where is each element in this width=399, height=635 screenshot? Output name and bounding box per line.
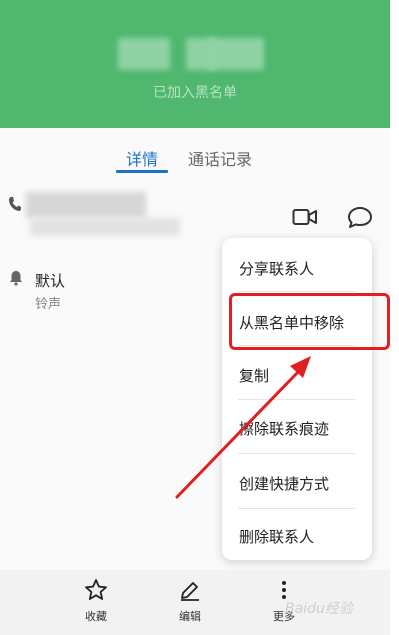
menu-divider xyxy=(238,508,355,509)
phone-icon xyxy=(9,197,21,211)
bell-icon xyxy=(10,271,22,286)
menu-divider xyxy=(238,399,355,400)
menu-divider xyxy=(238,291,355,292)
favorite-button[interactable]: 收藏 xyxy=(66,578,126,624)
annotation-highlight-box xyxy=(229,293,390,350)
blocked-status-label: 已加入黑名单 xyxy=(153,85,237,101)
phone-number-redacted[interactable] xyxy=(26,192,146,218)
video-call-icon[interactable] xyxy=(292,207,318,227)
menu-item-erase-contact-traces[interactable]: 擦除联系痕迹 xyxy=(239,418,329,439)
contact-name-redacted xyxy=(118,38,170,70)
edit-label: 编辑 xyxy=(179,610,201,623)
active-tab-indicator xyxy=(116,170,168,173)
menu-item-share-contact[interactable]: 分享联系人 xyxy=(239,258,314,279)
tab-bar: 详情 通话记录 xyxy=(0,128,390,174)
contact-name-redacted xyxy=(208,38,264,70)
pencil-icon xyxy=(181,582,199,601)
contact-header: 已加入黑名单 xyxy=(0,0,390,128)
tab-call-log[interactable]: 通话记录 xyxy=(188,146,252,170)
menu-item-copy[interactable]: 复制 xyxy=(239,365,269,386)
favorite-label: 收藏 xyxy=(85,610,107,623)
menu-item-create-shortcut[interactable]: 创建快捷方式 xyxy=(239,473,329,494)
more-options-menu: 分享联系人 从黑名单中移除 复制 擦除联系痕迹 创建快捷方式 删除联系人 xyxy=(222,238,372,560)
menu-item-delete-contact[interactable]: 删除联系人 xyxy=(239,526,314,547)
star-icon xyxy=(85,579,107,600)
ringtone-label: 铃声 xyxy=(35,297,62,312)
menu-divider xyxy=(238,453,355,454)
edit-button[interactable]: 编辑 xyxy=(160,578,220,624)
ringtone-value[interactable]: 默认 xyxy=(35,270,65,291)
phone-number-redacted xyxy=(30,218,180,236)
page-edge xyxy=(390,0,399,635)
baidu-watermark: Baidu经验 xyxy=(285,601,353,617)
tab-details[interactable]: 详情 xyxy=(126,146,158,170)
message-icon[interactable] xyxy=(347,206,373,230)
